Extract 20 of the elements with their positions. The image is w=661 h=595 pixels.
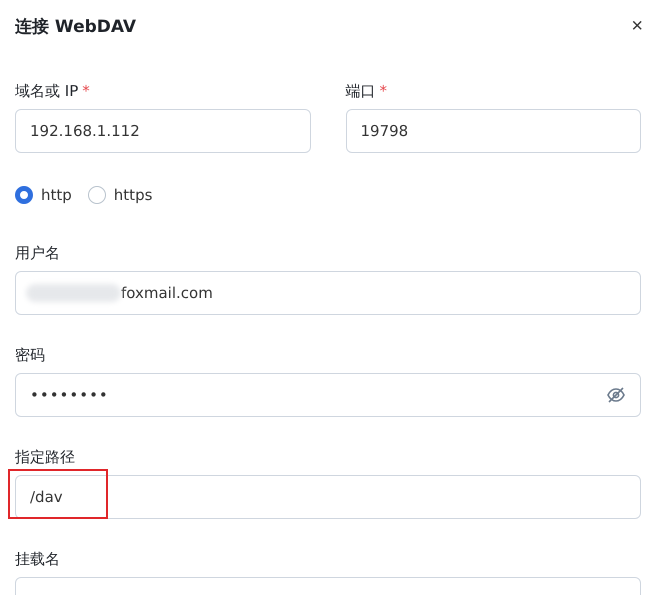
radio-label[interactable]: https	[114, 186, 152, 204]
input-field[interactable]: 192.168.1.112	[15, 109, 310, 153]
required-mark: *	[82, 82, 90, 100]
radio-button[interactable]	[15, 186, 33, 204]
input-field[interactable]: foxmail.com	[15, 271, 641, 315]
radio-button[interactable]	[88, 186, 106, 204]
input-field[interactable]: 19798	[346, 109, 641, 153]
eye-slash-icon[interactable]	[606, 385, 626, 405]
close-button[interactable]: ×	[627, 14, 647, 38]
input-field[interactable]: /dav	[15, 475, 641, 519]
input-field[interactable]: ••••••••	[15, 373, 641, 417]
field-label: 密码	[15, 346, 45, 364]
dialog-title: 连接 WebDAV	[15, 16, 136, 38]
field-label: 域名或 IP	[15, 82, 78, 100]
field-label: 挂载名	[15, 550, 60, 568]
field-label: 用户名	[15, 244, 60, 262]
field-label: 端口	[346, 82, 376, 100]
radio-label[interactable]: http	[41, 186, 72, 204]
required-mark: *	[380, 82, 387, 100]
field-label: 指定路径	[15, 448, 75, 466]
